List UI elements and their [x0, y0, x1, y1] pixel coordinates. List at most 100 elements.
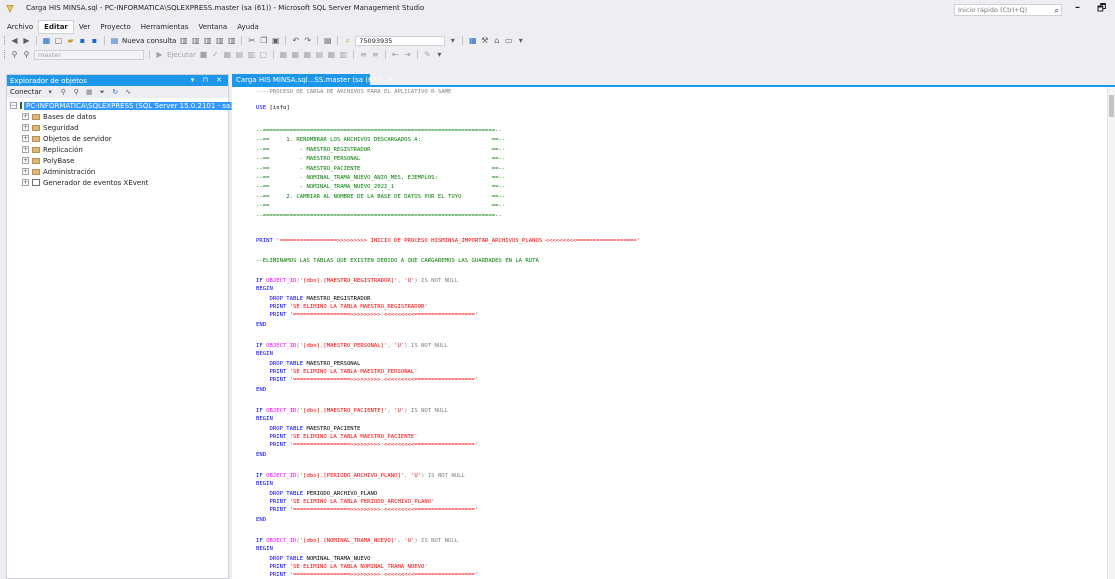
new-query-button[interactable]: Nueva consulta — [122, 37, 176, 45]
comment-out-icon[interactable]: ≡ — [359, 50, 368, 59]
parse-icon[interactable]: ✓ — [211, 50, 220, 59]
forward-icon[interactable]: ▶ — [22, 36, 31, 45]
increase-indent-icon[interactable]: ⇥ — [403, 50, 412, 59]
tree-node-seguridad[interactable]: + Seguridad — [7, 122, 228, 133]
results-to-text-icon[interactable]: ▤ — [315, 50, 324, 59]
expand-icon[interactable]: + — [22, 124, 29, 131]
analysis-xmla-query-icon[interactable]: ▥ — [215, 36, 224, 45]
menu-item-editar[interactable]: Editar — [38, 19, 74, 34]
find-combo[interactable]: 75093935 — [355, 35, 446, 46]
toolbar-separator — [285, 36, 287, 45]
available-databases-icon[interactable]: ⚲ — [22, 50, 31, 59]
quick-launch-box[interactable]: ⌕ — [954, 4, 1062, 16]
display-plan-icon[interactable]: ▦ — [223, 50, 232, 59]
collapse-icon[interactable]: − — [10, 102, 17, 109]
expand-icon[interactable]: + — [22, 113, 29, 120]
find-dropdown-icon[interactable]: ▾ — [448, 36, 457, 45]
menu-item-herramientas[interactable]: Herramientas — [136, 21, 194, 33]
panel-window-buttons[interactable]: ▾ ⊓ ✕ — [191, 76, 225, 84]
decrease-indent-icon[interactable]: ⇤ — [391, 50, 400, 59]
restore-button[interactable]: 🗗 — [1097, 1, 1106, 18]
expand-icon[interactable]: + — [22, 179, 29, 186]
activity-monitor-icon[interactable]: ∿ — [124, 88, 133, 96]
results-to-file-icon[interactable]: ▥ — [339, 50, 348, 59]
tree-node-replicaci-n[interactable]: + Replicación — [7, 144, 228, 155]
expand-icon[interactable]: + — [22, 168, 29, 175]
refresh-icon[interactable]: ↻ — [111, 88, 120, 96]
toolbar-options-icon[interactable]: ▾ — [435, 50, 444, 59]
execute-icon[interactable]: ▶ — [155, 50, 164, 59]
database-engine-query-icon[interactable]: ▥ — [179, 36, 188, 45]
save-all-icon[interactable]: ▪ — [90, 36, 99, 45]
specify-template-values-icon[interactable]: ✎ — [423, 50, 432, 59]
sql-editor[interactable]: ----PROCESO DE CARGA DE ARCHIVOS PARA EL… — [232, 85, 1115, 579]
live-query-stats-icon[interactable]: ▦ — [291, 50, 300, 59]
analysis-dax-query-icon[interactable]: ▥ — [227, 36, 236, 45]
copy-icon[interactable]: ❐ — [259, 36, 268, 45]
tree-node-polybase[interactable]: + PolyBase — [7, 155, 228, 166]
client-statistics-icon[interactable]: ▦ — [303, 50, 312, 59]
tree-node-objetos-de-servidor[interactable]: + Objetos de servidor — [7, 133, 228, 144]
stop-icon[interactable]: ■ — [85, 88, 94, 96]
menu-item-ventana[interactable]: Ventana — [193, 21, 232, 33]
query-designer-icon[interactable]: ▤ — [235, 50, 244, 59]
query-options-icon[interactable]: ▥ — [247, 50, 256, 59]
minimize-button[interactable]: – — [1075, 2, 1080, 13]
undo-icon[interactable]: ↶ — [291, 36, 300, 45]
code-line: END — [256, 516, 266, 524]
properties-icon[interactable]: ⚒ — [480, 36, 489, 45]
new-project-icon[interactable]: ▦ — [42, 36, 51, 45]
uncomment-icon[interactable]: ≡ — [371, 50, 380, 59]
toolbar-options-icon[interactable]: ▾ — [516, 36, 525, 45]
filter-icon[interactable]: ⏷ — [98, 88, 107, 97]
back-icon[interactable]: ◀ — [10, 36, 19, 45]
quick-launch-input[interactable] — [955, 5, 1041, 15]
disconnect-all-icon[interactable]: ⚲ — [72, 88, 81, 96]
analysis-dmx-query-icon[interactable]: ▥ — [203, 36, 212, 45]
code-line: END — [256, 451, 266, 459]
paste-icon[interactable]: ▣ — [271, 36, 280, 45]
redo-icon[interactable]: ↷ — [303, 36, 312, 45]
expand-icon[interactable]: + — [22, 157, 29, 164]
database-combo[interactable]: master — [34, 49, 144, 60]
tab-carga-his-minsa[interactable]: Carga HIS MINSA.sql...SS.master (sa (61)… — [232, 74, 394, 85]
scrollbar-thumb[interactable] — [1109, 95, 1114, 117]
solution-configuration-icon[interactable]: ▤ — [323, 36, 332, 45]
include-actual-plan-icon[interactable]: ▦ — [279, 50, 288, 59]
analysis-mdx-query-icon[interactable]: ▥ — [191, 36, 200, 45]
change-connection-icon[interactable]: ⚲ — [10, 50, 19, 59]
cancel-query-icon[interactable]: ■ — [199, 50, 208, 59]
expand-icon[interactable]: + — [22, 146, 29, 153]
find-in-files-icon[interactable]: ⌕ — [343, 36, 352, 46]
save-icon[interactable]: ▪ — [78, 36, 87, 45]
expand-icon[interactable]: + — [22, 135, 29, 142]
open-folder-icon[interactable]: ▰ — [66, 36, 75, 45]
server-label[interactable]: PC-INFORMATICA\SQLEXPRESS (SQL Server 15… — [24, 101, 235, 110]
tree-node-generador-de-eventos-xevent[interactable]: + Generador de eventos XEvent — [7, 177, 228, 188]
intellisense-icon[interactable]: ▢ — [259, 50, 268, 59]
new-query-icon[interactable]: ▤ — [110, 36, 119, 45]
menu-item-ver[interactable]: Ver — [74, 21, 95, 33]
menu-item-archivo[interactable]: Archivo — [2, 21, 38, 33]
menu-item-proyecto[interactable]: Proyecto — [95, 21, 135, 33]
toolbar-grip[interactable] — [4, 50, 7, 59]
toolbar-grip[interactable] — [4, 36, 7, 45]
tree-node-server[interactable]: − PC-INFORMATICA\SQLEXPRESS (SQL Server … — [7, 100, 235, 111]
window-layout-icon[interactable]: ▭ — [504, 36, 513, 45]
connect-button[interactable]: Conectar — [10, 88, 42, 96]
solution-explorer-icon[interactable]: ▦ — [468, 36, 477, 45]
tree-node-bases-de-datos[interactable]: + Bases de datos — [7, 111, 228, 122]
connect-dropdown-icon[interactable]: ▾ — [46, 88, 55, 96]
cut-icon[interactable]: ✂ — [247, 36, 256, 45]
code-area[interactable]: ----PROCESO DE CARGA DE ARCHIVOS PARA EL… — [256, 87, 1115, 579]
toolbox-icon[interactable]: ⌂ — [492, 36, 501, 45]
close-tab-icon[interactable]: ✕ — [388, 76, 394, 84]
new-file-icon[interactable]: ▢ — [54, 36, 63, 45]
vertical-scrollbar[interactable] — [1107, 87, 1115, 579]
tree-node-administraci-n[interactable]: + Administración — [7, 166, 228, 177]
search-icon[interactable]: ⌕ — [1055, 6, 1059, 16]
menu-item-ayuda[interactable]: Ayuda — [232, 21, 264, 33]
results-to-grid-icon[interactable]: ▦ — [327, 50, 336, 59]
execute-button[interactable]: Ejecutar — [167, 51, 196, 59]
disconnect-icon[interactable]: ⚲ — [59, 88, 68, 96]
